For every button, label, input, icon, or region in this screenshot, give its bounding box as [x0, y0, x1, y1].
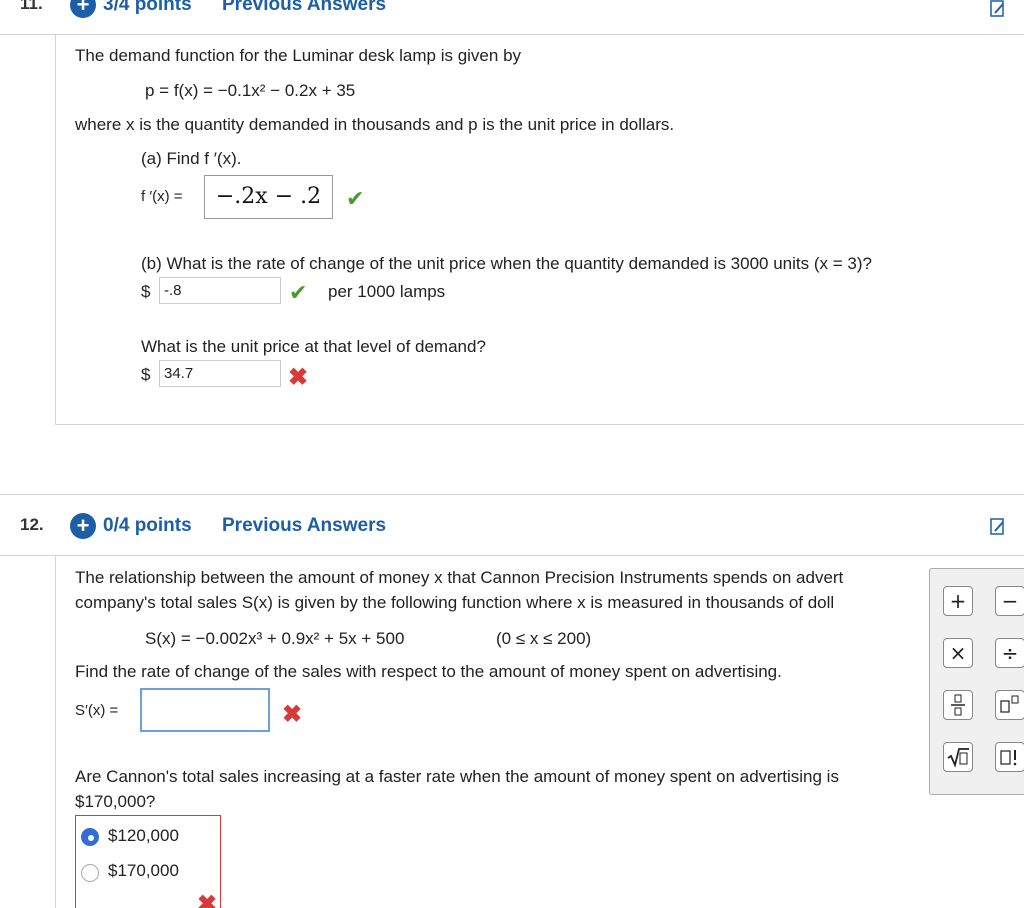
- divider: [55, 555, 56, 908]
- correct-check-icon: ✔: [346, 186, 365, 211]
- question-text: The demand function for the Luminar desk…: [75, 46, 522, 65]
- previous-answers-link[interactable]: Previous Answers: [222, 515, 386, 537]
- radio-option-170000[interactable]: [81, 864, 99, 882]
- edit-icon[interactable]: [990, 518, 1006, 536]
- previous-answers-link[interactable]: Previous Answers: [222, 0, 386, 16]
- incorrect-cross-icon: ✖: [288, 364, 309, 391]
- incorrect-cross-icon: ✖: [282, 701, 303, 728]
- fraction-icon: [951, 694, 965, 716]
- points-label: 0/4 points: [103, 515, 192, 536]
- plus-button[interactable]: +: [943, 586, 973, 616]
- question-text: The relationship between the amount of m…: [75, 568, 844, 587]
- question-text: Are Cannon's total sales increasing at a…: [75, 767, 839, 786]
- points-label: 3/4 points: [103, 0, 192, 15]
- multiply-button[interactable]: ×: [943, 638, 973, 668]
- divider: [0, 34, 1024, 35]
- question-11-header: 11. + 3/4 points Previous Answers: [0, 0, 1024, 34]
- minus-button[interactable]: −: [995, 586, 1024, 616]
- question-number: 11.: [20, 0, 43, 13]
- dollar-sign: $: [141, 365, 151, 384]
- factorial-icon: [1000, 750, 1017, 766]
- question-text: $170,000?: [75, 792, 156, 811]
- sales-equation: S(x) = −0.002x³ + 0.9x² + 5x + 500: [145, 629, 405, 648]
- radio-option-120000[interactable]: [81, 828, 99, 846]
- fprime-label: f ′(x) =: [141, 188, 183, 205]
- question-text: Find the rate of change of the sales wit…: [75, 662, 782, 681]
- price-answer-input[interactable]: 34.7: [159, 360, 281, 387]
- dollar-sign: $: [141, 282, 151, 301]
- edit-icon[interactable]: [990, 0, 1006, 18]
- divide-button[interactable]: ÷: [995, 638, 1024, 668]
- part-a-label: (a) Find f ′(x).: [141, 149, 242, 168]
- expand-plus-icon[interactable]: +: [70, 513, 96, 539]
- sprime-answer-field[interactable]: [140, 688, 270, 732]
- demand-equation: p = f(x) = −0.1x² − 0.2x + 35: [145, 81, 356, 100]
- option-label: $120,000: [108, 826, 179, 845]
- divider: [55, 34, 56, 424]
- power-button[interactable]: [995, 690, 1024, 720]
- sqrt-icon: [947, 748, 969, 768]
- power-icon: [1000, 695, 1019, 713]
- factorial-button[interactable]: [995, 742, 1024, 772]
- rate-answer-input[interactable]: -.8: [159, 277, 281, 304]
- incorrect-cross-icon: ✖: [197, 891, 218, 908]
- option-label: $170,000: [108, 861, 179, 880]
- question-number: 12.: [20, 515, 44, 534]
- sqrt-button[interactable]: [943, 742, 973, 772]
- domain-label: (0 ≤ x ≤ 200): [496, 629, 592, 648]
- divider: [55, 424, 1024, 425]
- fprime-answer-field[interactable]: −.2x − .2: [204, 175, 333, 219]
- fraction-button[interactable]: [943, 690, 973, 720]
- question-text: company's total sales S(x) is given by t…: [75, 593, 835, 612]
- question-text: where x is the quantity demanded in thou…: [75, 115, 675, 134]
- price-question: What is the unit price at that level of …: [141, 337, 486, 356]
- part-b-label: (b) What is the rate of change of the un…: [141, 254, 872, 273]
- correct-check-icon: ✔: [289, 280, 308, 305]
- sprime-label: S′(x) =: [75, 702, 119, 719]
- divider: [0, 555, 1024, 556]
- rate-unit-label: per 1000 lamps: [328, 282, 446, 301]
- expand-plus-icon[interactable]: +: [70, 0, 96, 18]
- divider: [0, 494, 1024, 495]
